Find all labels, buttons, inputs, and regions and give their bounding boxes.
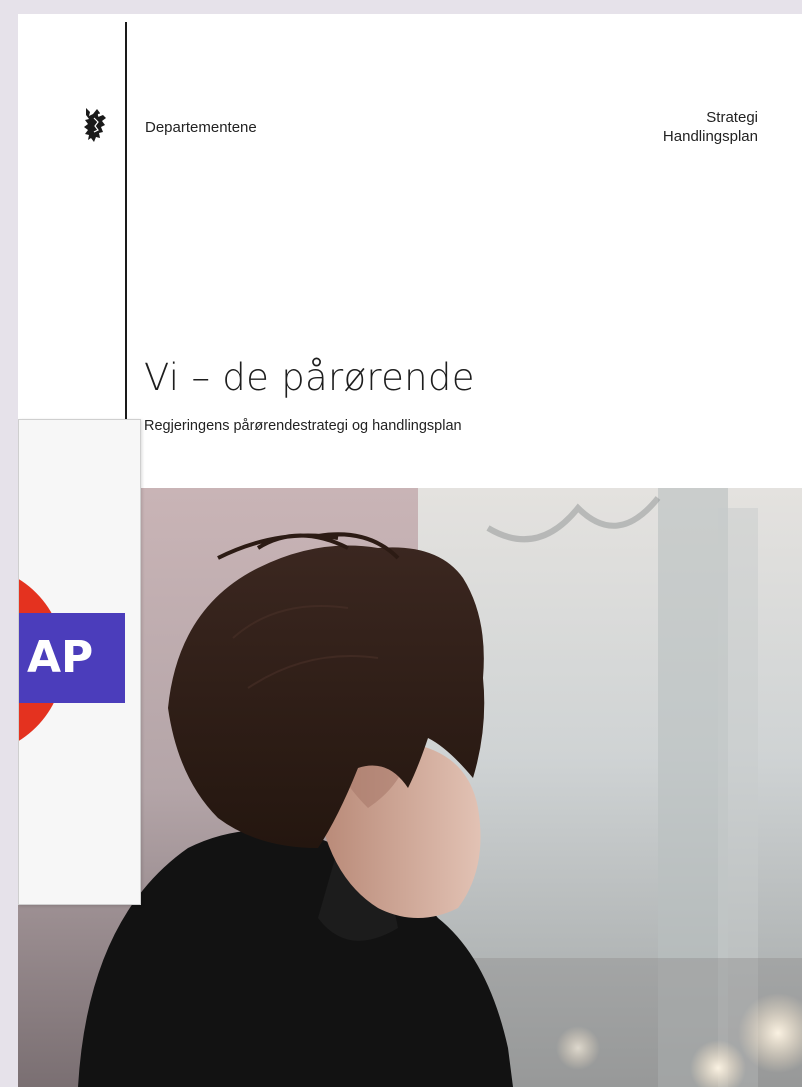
page-subtitle: Regjeringens pårørendestrategi og handli…: [144, 418, 462, 434]
doc-type-action-plan: Handlingsplan: [662, 128, 758, 145]
coat-of-arms-icon: [84, 108, 106, 142]
doc-type-strategy: Strategi: [706, 109, 758, 126]
party-logo-text: AP: [27, 632, 93, 683]
party-logo-icon: AP: [19, 579, 125, 741]
page-title: Vi – de pårørende: [144, 356, 475, 399]
document-cover: Departementene Strategi Handlingsplan Vi…: [18, 14, 802, 1087]
document-type: Strategi Handlingsplan: [663, 108, 758, 146]
publisher-name: Departementene: [145, 119, 257, 136]
party-logo-card: AP: [18, 419, 141, 905]
